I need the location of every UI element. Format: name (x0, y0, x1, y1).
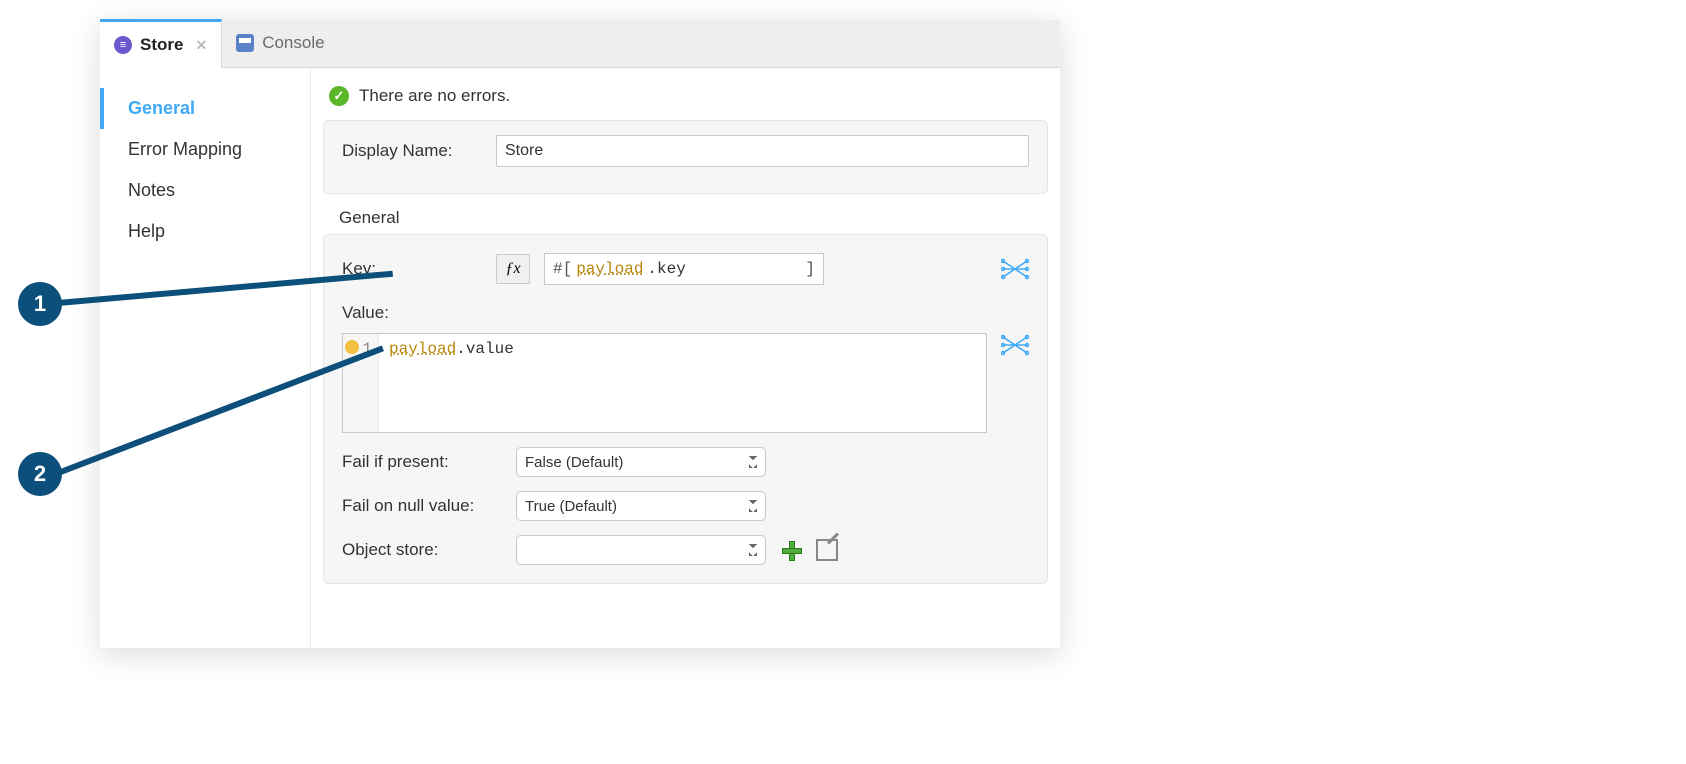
object-store-select[interactable] (516, 535, 766, 565)
key-expression-input[interactable]: #[ payload.key ] (544, 253, 824, 285)
config-window: ≡ Store ✕ Console General Error Mapping … (100, 20, 1060, 648)
body: General Error Mapping Notes Help ✓ There… (100, 68, 1060, 648)
expr-open-bracket: #[ (553, 260, 572, 278)
tab-label: Console (262, 33, 324, 53)
tab-store[interactable]: ≡ Store ✕ (100, 19, 222, 68)
object-store-row: Object store: (342, 535, 1029, 565)
display-name-label: Display Name: (342, 141, 482, 161)
close-icon[interactable]: ✕ (195, 37, 207, 54)
key-row: Key: ƒx #[ payload.key ] (342, 253, 1029, 285)
sidebar-item-label: Help (128, 221, 165, 242)
expr-close-bracket: ] (805, 260, 815, 278)
content: ✓ There are no errors. Display Name: Gen… (310, 68, 1060, 648)
fail-if-present-row: Fail if present: False (Default) (342, 447, 1029, 477)
callout-number: 2 (34, 461, 46, 487)
sidebar-item-help[interactable]: Help (100, 211, 310, 252)
store-icon: ≡ (114, 36, 132, 54)
sidebar-item-label: Error Mapping (128, 139, 242, 160)
tab-console[interactable]: Console (222, 19, 338, 67)
sidebar-item-label: Notes (128, 180, 175, 201)
code-rest: .value (456, 340, 514, 358)
edit-icon[interactable] (816, 539, 838, 561)
check-icon: ✓ (329, 86, 349, 106)
fail-on-null-select[interactable]: True (Default) (516, 491, 766, 521)
code-token-payload: payload (389, 340, 456, 358)
fx-button[interactable]: ƒx (496, 254, 530, 284)
display-name-panel: Display Name: (323, 120, 1048, 194)
editor-code[interactable]: payload.value (379, 334, 524, 432)
expr-token-payload: payload (576, 260, 643, 278)
fail-if-present-select[interactable]: False (Default) (516, 447, 766, 477)
console-icon (236, 34, 254, 52)
display-name-input[interactable] (496, 135, 1029, 167)
sidebar-item-label: General (128, 98, 195, 119)
dataweave-icon[interactable] (1001, 333, 1029, 357)
value-editor[interactable]: 1 payload.value (342, 333, 987, 433)
sidebar-item-notes[interactable]: Notes (100, 170, 310, 211)
status-row: ✓ There are no errors. (311, 80, 1060, 120)
value-row: Value: 1 payload.value (342, 303, 1029, 433)
status-message: There are no errors. (359, 86, 510, 106)
general-panel: Key: ƒx #[ payload.key ] (323, 234, 1048, 584)
tab-label: Store (140, 35, 183, 55)
object-store-label: Object store: (342, 540, 502, 560)
fail-on-null-row: Fail on null value: True (Default) (342, 491, 1029, 521)
sidebar-item-general[interactable]: General (100, 88, 310, 129)
callout-badge-1: 1 (18, 282, 62, 326)
value-label: Value: (342, 303, 389, 322)
sidebar-item-error-mapping[interactable]: Error Mapping (100, 129, 310, 170)
callout-number: 1 (34, 291, 46, 317)
fail-on-null-label: Fail on null value: (342, 496, 502, 516)
warning-icon (345, 340, 359, 354)
expr-rest: .key (647, 260, 685, 278)
tabbar: ≡ Store ✕ Console (100, 20, 1060, 68)
add-icon[interactable] (780, 539, 802, 561)
sidebar: General Error Mapping Notes Help (100, 68, 310, 648)
callout-badge-2: 2 (18, 452, 62, 496)
fail-if-present-label: Fail if present: (342, 452, 502, 472)
section-title: General (311, 208, 1060, 234)
dataweave-icon[interactable] (1001, 257, 1029, 281)
